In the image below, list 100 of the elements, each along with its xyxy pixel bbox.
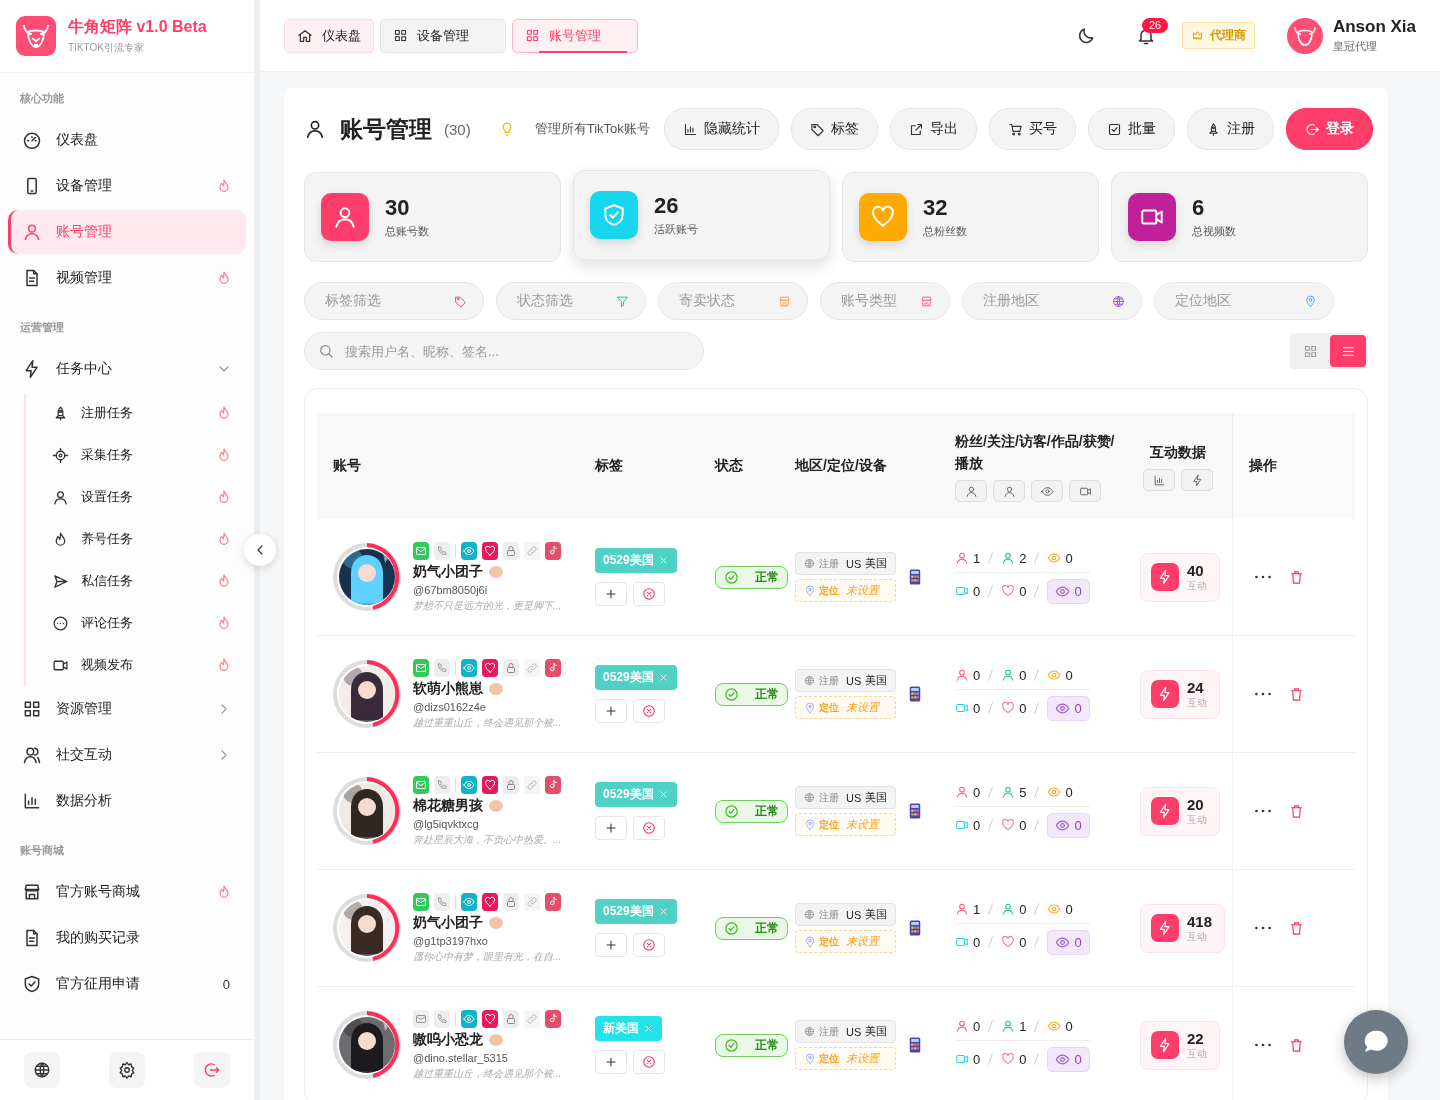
sidebar-item[interactable]: 任务中心 [8, 347, 246, 391]
stat-number: 1 [973, 550, 981, 566]
interaction-label: 互动 [1187, 929, 1208, 944]
sidebar-item[interactable]: 社交互动 [8, 733, 246, 777]
plays-chip: 0 [1047, 929, 1090, 955]
sidebar-item[interactable]: 资源管理 [8, 687, 246, 731]
stat-number: 1 [973, 901, 981, 917]
stat-number: 0 [1065, 550, 1073, 566]
stat-label: 总粉丝数 [923, 224, 967, 239]
location-chip: 定位 未设置 [795, 930, 897, 953]
action-button[interactable]: 批量 [1087, 108, 1175, 150]
plays-chip: 0 [1047, 695, 1090, 721]
stat-number: 0 [1019, 1051, 1027, 1067]
stat-number: 0 [1019, 667, 1027, 683]
account-name: 棉花糖男孩 [413, 796, 483, 815]
plays-chip: 0 [1047, 578, 1090, 604]
interaction-count: 418 [1187, 912, 1213, 930]
region-chip: 注册 US 美国 [795, 1020, 897, 1043]
sidebar-item[interactable]: 视频管理 [8, 256, 246, 300]
section-title: 运营管理 [19, 320, 65, 335]
interaction-label: 互动 [1187, 695, 1207, 710]
sidebar-item[interactable]: 仪表盘 [8, 118, 246, 162]
interaction-count: 40 [1187, 561, 1205, 579]
column-header: 地区/定位/设备 [793, 457, 888, 475]
sidebar-subitem[interactable]: 采集任务 [38, 435, 246, 475]
search-field[interactable]: 搜索用户名、昵称、签名... [304, 332, 704, 370]
location-chip: 定位 未设置 [795, 813, 897, 836]
sidebar-subitem[interactable]: 视频发布 [38, 645, 246, 685]
status-badge: 正常 [715, 1033, 788, 1057]
stat-number: 0 [1019, 934, 1027, 950]
interaction-count: 22 [1187, 1029, 1205, 1047]
region-chip: 注册 US 美国 [795, 552, 897, 575]
stat-label: 总账号数 [385, 224, 429, 239]
stat-number: 0 [973, 817, 981, 833]
account-handle: @67bm8050j6i [413, 583, 489, 596]
status-badge: 正常 [715, 682, 788, 706]
plays-chip: 0 [1047, 1046, 1090, 1072]
status-badge: 正常 [715, 916, 788, 940]
account-handle: @dino.stellar_5315 [413, 1051, 509, 1064]
stat-number: 0 [1019, 700, 1027, 716]
stat-label: 活跃账号 [654, 222, 698, 237]
account-count: (30) [444, 120, 471, 138]
sidebar-item[interactable]: 设备管理 [8, 164, 246, 208]
stat-number: 0 [973, 934, 981, 950]
stat-number: 2 [1019, 550, 1027, 566]
account-bio: 越过重重山丘，终会遇见那个被... [413, 1066, 562, 1081]
stat-number: 0 [1065, 784, 1073, 800]
status-badge: 正常 [715, 799, 788, 823]
tab[interactable]: 设备管理 [380, 18, 506, 53]
region-chip: 注册 US 美国 [795, 786, 897, 809]
account-bio: 梦想不只是远方的光，更是脚下... [413, 598, 562, 613]
sidebar-item[interactable]: 官方账号商城 [8, 870, 246, 914]
action-button[interactable]: 注册 [1186, 108, 1274, 150]
account-bio: 越过重重山丘，终会遇见那个被... [413, 715, 562, 730]
column-header: 状态 [713, 457, 744, 475]
interaction-count: 20 [1187, 795, 1205, 813]
stat-value: 26 [654, 193, 680, 219]
account-name: 奶气小团子 [413, 913, 483, 932]
page-title: 账号管理 [340, 114, 432, 144]
stat-number: 0 [1019, 583, 1027, 599]
stat-number: 0 [1019, 817, 1027, 833]
column-header: 标签 [594, 457, 624, 475]
interaction-label: 互动 [1187, 812, 1207, 827]
user-name: Anson Xia [1332, 17, 1416, 37]
stat-number: 0 [1065, 1018, 1073, 1034]
count: 0 [222, 976, 231, 992]
sidebar-subitem[interactable]: 注册任务 [38, 393, 246, 433]
sidebar-subitem[interactable]: 评论任务 [38, 603, 246, 643]
sidebar-item[interactable]: 数据分析 [8, 779, 246, 823]
sidebar-item[interactable]: 我的购买记录 [8, 916, 246, 960]
tab[interactable]: 仪表盘 [284, 18, 374, 53]
section-title: 核心功能 [19, 91, 65, 106]
action-button[interactable]: 买号 [988, 108, 1076, 150]
plays-chip: 0 [1047, 812, 1090, 838]
account-name: 软萌小熊崽 [413, 679, 483, 698]
sidebar-subitem[interactable]: 设置任务 [38, 477, 246, 517]
stat-number: 0 [1019, 901, 1027, 917]
stat-number: 5 [1019, 784, 1027, 800]
stat-number: 0 [973, 1018, 981, 1034]
column-header: 粉丝/关注/访客/作品/获赞/播放 [955, 432, 1116, 473]
sidebar-subitem[interactable]: 养号任务 [38, 519, 246, 559]
action-button[interactable]: 标签 [790, 108, 878, 150]
stat-value: 32 [923, 195, 949, 221]
sidebar-subitem[interactable]: 私信任务 [38, 561, 246, 601]
account-handle: @dizs0162z4e [413, 700, 487, 713]
action-button[interactable]: 隐藏统计 [663, 108, 779, 150]
section-title: 账号商城 [19, 843, 65, 858]
action-button[interactable]: 导出 [889, 108, 977, 150]
stat-number: 1 [1019, 1018, 1027, 1034]
stat-number: 0 [973, 700, 981, 716]
stat-number: 0 [973, 784, 981, 800]
stat-value: 30 [385, 195, 411, 221]
app-name: 牛角矩阵 v1.0 Beta [68, 17, 207, 37]
stat-number: 0 [973, 667, 981, 683]
stat-number: 0 [973, 583, 981, 599]
user-role: 皇冠代理 [1332, 39, 1378, 54]
sidebar-item[interactable]: 官方征用申请 0 [8, 962, 246, 1006]
column-header: 账号 [332, 457, 362, 475]
interaction-count: 24 [1187, 678, 1205, 696]
account-bio: 奔赴星辰大海，不负心中热爱。... [413, 832, 562, 847]
